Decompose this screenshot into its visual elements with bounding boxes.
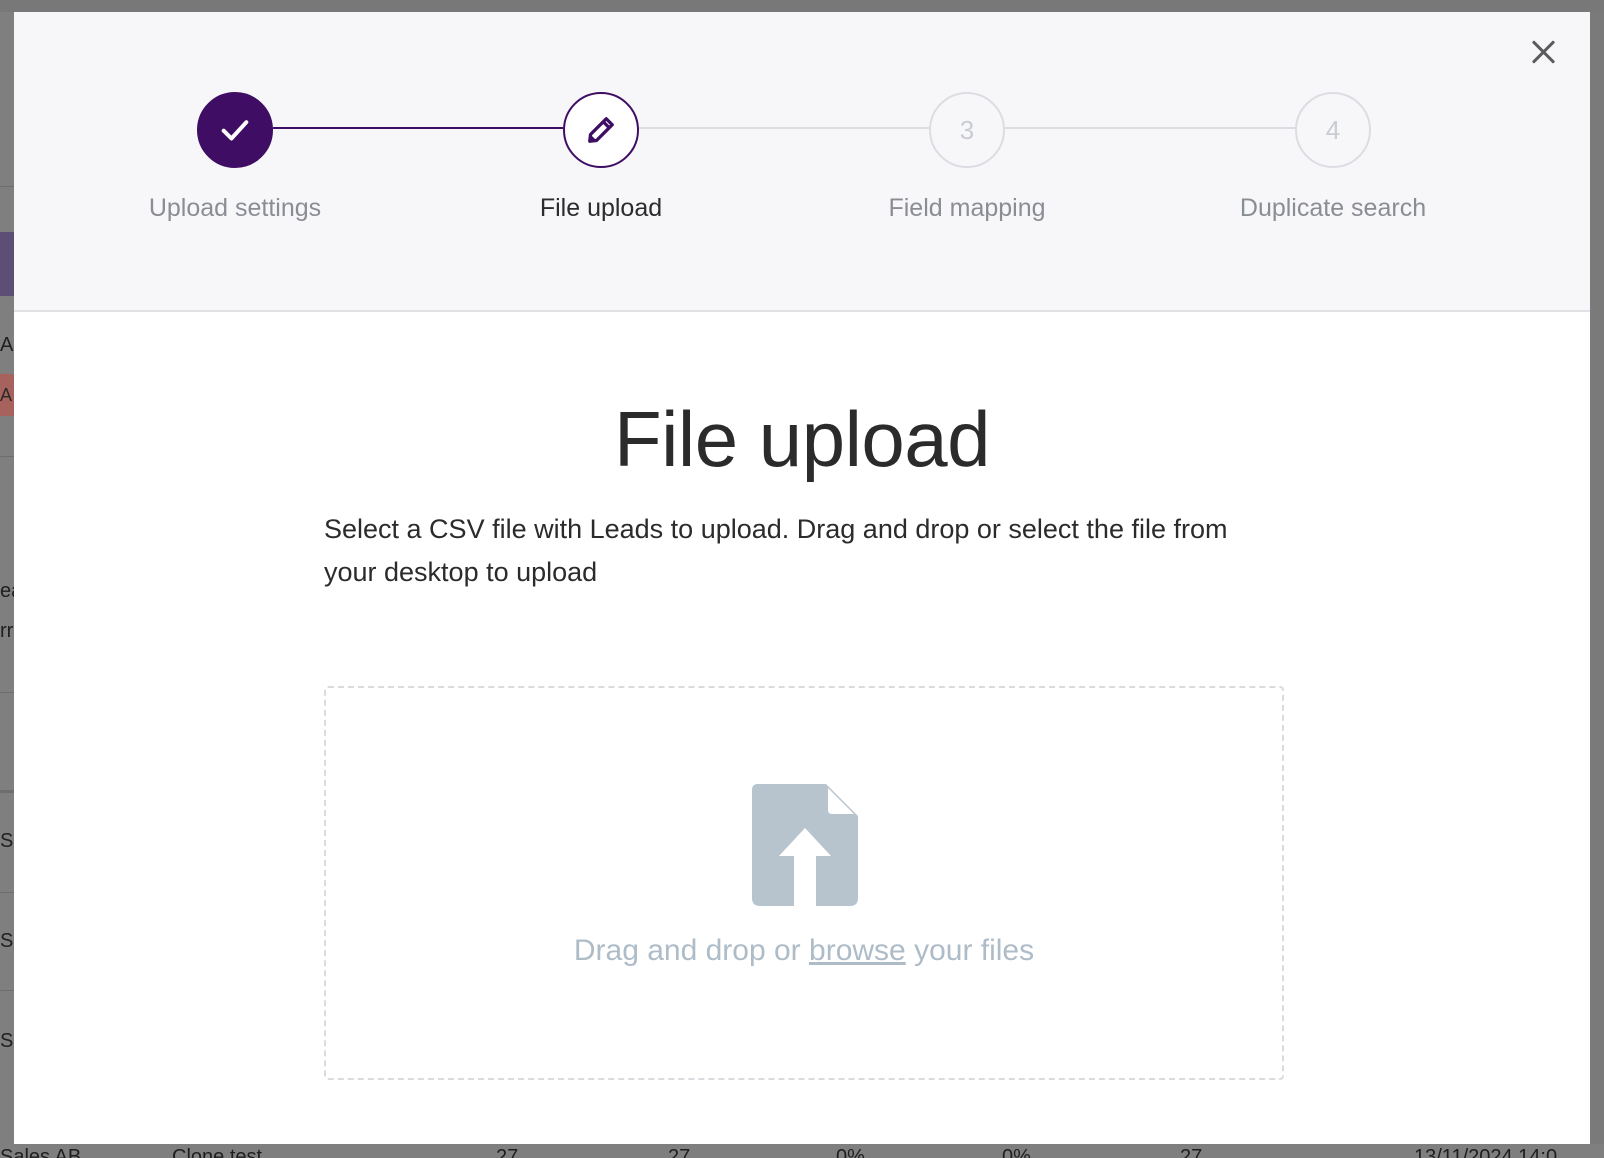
modal-body: File upload Select a CSV file with Leads… — [14, 314, 1590, 1144]
dropzone-text: Drag and drop or browse your files — [573, 934, 1035, 967]
step-label: Upload settings — [148, 194, 322, 222]
background-right-edge — [1590, 12, 1604, 1144]
browse-files-link[interactable]: browse — [809, 934, 906, 967]
step-circle-pending: 3 — [929, 92, 1005, 168]
background-chip — [0, 232, 14, 296]
file-upload-modal: Upload settings File upload 3 Field mapp… — [14, 12, 1590, 1144]
step-duplicate-search[interactable]: 4 Duplicate search — [1183, 92, 1483, 223]
checkmark-icon — [221, 120, 249, 141]
pencil-icon — [588, 117, 614, 143]
upload-description: Select a CSV file with Leads to upload. … — [324, 514, 1228, 587]
step-upload-settings[interactable]: Upload settings — [85, 92, 385, 223]
background-row-letter: S — [0, 930, 14, 952]
step-file-upload[interactable]: File upload — [451, 92, 751, 223]
step-circle-active — [563, 92, 639, 168]
step-label: File upload — [539, 194, 663, 222]
step-circle-done — [197, 92, 273, 168]
step-label: Field mapping — [888, 194, 1046, 222]
background-tag: A — [0, 374, 14, 416]
file-upload-icon — [752, 784, 858, 906]
file-dropzone[interactable]: Drag and drop or browse your files — [324, 686, 1284, 1080]
step-field-mapping[interactable]: 3 Field mapping — [817, 92, 1117, 223]
close-icon[interactable] — [1526, 34, 1562, 70]
modal-header: Upload settings File upload 3 Field mapp… — [14, 12, 1590, 312]
background-text-2: ea — [0, 580, 14, 602]
background-text-3: rr — [0, 620, 14, 642]
step-label: Duplicate search — [1239, 194, 1427, 222]
background-text-1: Ac — [0, 334, 14, 356]
background-top-bar — [0, 0, 1604, 12]
background-row-letter: S — [0, 830, 14, 852]
page-title: File upload — [613, 395, 991, 483]
background-row-letter: S — [0, 1030, 14, 1052]
step-circle-pending: 4 — [1295, 92, 1371, 168]
upload-stepper: Upload settings File upload 3 Field mapp… — [14, 12, 1590, 312]
